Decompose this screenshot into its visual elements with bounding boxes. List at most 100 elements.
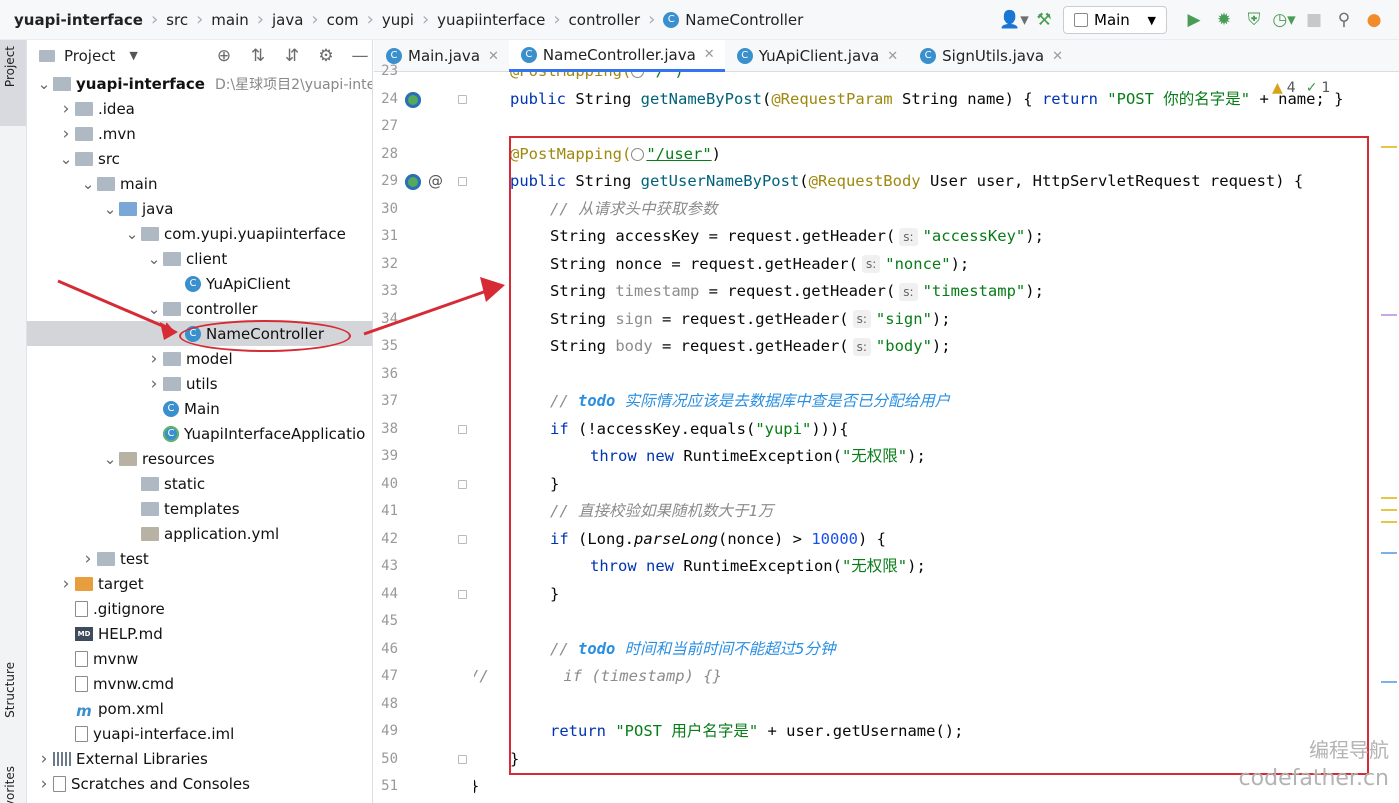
tree-item[interactable]: ⌄ yuapi-interface D:\星球项目2\yuapi-inte <box>27 71 372 96</box>
tree-item[interactable]: › target <box>27 571 372 596</box>
tree-item[interactable]: MD HELP.md <box>27 621 372 646</box>
run-config-select[interactable]: Main ▼ <box>1063 6 1167 34</box>
tree-item[interactable]: ⌄ com.yupi.yuapiinterface <box>27 221 372 246</box>
run-icon[interactable]: ▶ <box>1179 5 1209 35</box>
inspection-widget[interactable]: ▲ 4 ✓ 1 <box>1272 80 1330 96</box>
tree-item[interactable]: › utils <box>27 371 372 396</box>
tree-item[interactable]: C YuApiClient <box>27 271 372 296</box>
tree-item[interactable]: ⌄ main <box>27 171 372 196</box>
error-stripe-mark[interactable] <box>1381 509 1397 511</box>
chevron-right-icon[interactable]: › <box>35 774 53 794</box>
tree-item[interactable]: › model <box>27 346 372 371</box>
fold-marker-icon[interactable] <box>458 177 467 186</box>
breadcrumb-item[interactable]: java <box>272 11 303 29</box>
chevron-down-icon[interactable]: ⌄ <box>123 225 141 243</box>
breadcrumb-item[interactable]: yuapiinterface <box>437 11 545 29</box>
tree-item[interactable]: .gitignore <box>27 596 372 621</box>
search-icon[interactable]: ⚲ <box>1329 5 1359 35</box>
tree-item[interactable]: › .idea <box>27 96 372 121</box>
hammer-icon[interactable]: ⚒ <box>1029 5 1059 35</box>
chevron-right-icon[interactable]: › <box>57 124 75 144</box>
code-token: String name) { <box>901 89 1042 108</box>
tree-item[interactable]: › .mvn <box>27 121 372 146</box>
breadcrumb-item[interactable]: controller <box>569 11 641 29</box>
project-tool-button[interactable]: Project <box>0 40 26 126</box>
tree-item[interactable]: C Main <box>27 396 372 421</box>
fold-marker-icon[interactable] <box>458 589 467 599</box>
fold-marker-icon[interactable] <box>458 534 467 544</box>
fold-marker-icon[interactable] <box>458 754 467 764</box>
close-icon[interactable]: ✕ <box>887 49 898 64</box>
close-icon[interactable]: ✕ <box>1052 49 1063 64</box>
chevron-right-icon[interactable]: › <box>57 574 75 594</box>
chevron-down-icon[interactable]: ⌄ <box>57 150 75 168</box>
tree-item[interactable]: ⌄ controller <box>27 296 372 321</box>
error-stripe-mark[interactable] <box>1381 521 1397 523</box>
chevron-right-icon[interactable]: › <box>145 349 163 369</box>
bug-icon[interactable]: ✹ <box>1209 5 1239 35</box>
tree-item[interactable]: ⌄ resources <box>27 446 372 471</box>
tree-item[interactable]: static <box>27 471 372 496</box>
breadcrumb-item[interactable]: C NameController <box>663 11 803 29</box>
chevron-down-icon[interactable]: ⌄ <box>145 250 163 268</box>
tree-item[interactable]: templates <box>27 496 372 521</box>
chevron-down-icon[interactable]: ⌄ <box>101 450 119 468</box>
gear-icon[interactable]: ⚙ <box>309 46 343 66</box>
error-stripe-mark[interactable] <box>1381 497 1397 499</box>
chevron-down-icon[interactable]: ⌄ <box>79 175 97 193</box>
chevron-down-icon[interactable]: ▼ <box>129 49 137 62</box>
chevron-right-icon[interactable]: › <box>145 374 163 394</box>
minimize-icon[interactable]: — <box>343 46 372 66</box>
tree-item[interactable]: ⌄ src <box>27 146 372 171</box>
error-stripe-mark[interactable] <box>1381 681 1397 683</box>
user-icon[interactable]: 👤▾ <box>999 5 1029 35</box>
chevron-down-icon[interactable]: ⌄ <box>35 75 53 93</box>
fold-marker-icon[interactable] <box>458 479 467 489</box>
coverage-icon[interactable]: ⛨ <box>1239 5 1269 35</box>
error-stripe-mark[interactable] <box>1381 314 1397 316</box>
fold-marker-icon[interactable] <box>458 424 467 434</box>
close-icon[interactable]: ✕ <box>488 49 499 64</box>
breadcrumb-item[interactable]: yuapi-interface <box>14 11 143 29</box>
tree-item[interactable]: › External Libraries <box>27 746 372 771</box>
structure-strip-label[interactable]: Structure <box>3 662 17 718</box>
tree-item[interactable]: m pom.xml <box>27 696 372 721</box>
endpoint-run-icon[interactable] <box>405 91 421 108</box>
chevron-right-icon[interactable]: › <box>79 549 97 569</box>
tree-item[interactable]: ⌄ java <box>27 196 372 221</box>
error-stripe-mark[interactable] <box>1381 552 1397 554</box>
expand-all-icon[interactable]: ⇅ <box>241 46 275 66</box>
tree-item[interactable]: mvnw.cmd <box>27 671 372 696</box>
breadcrumb-item[interactable]: com <box>327 11 359 29</box>
editor-tab[interactable]: C SignUtils.java ✕ <box>908 40 1073 72</box>
globe-icon[interactable] <box>631 72 645 78</box>
settings-update-icon[interactable]: ● <box>1359 5 1389 35</box>
tree-item[interactable]: › Scratches and Consoles <box>27 771 372 796</box>
locate-icon[interactable]: ⊕ <box>207 46 241 66</box>
fold-marker-icon[interactable] <box>458 94 467 104</box>
tree-item[interactable]: application.yml <box>27 521 372 546</box>
breadcrumb-item[interactable]: main <box>211 11 248 29</box>
tree-item[interactable]: C YuapiInterfaceApplicatio <box>27 421 372 446</box>
profile-icon[interactable]: ◷▾ <box>1269 5 1299 35</box>
chevron-right-icon[interactable]: › <box>57 99 75 119</box>
favorites-strip-label[interactable]: Favorites <box>3 766 17 803</box>
editor-tab[interactable]: C YuApiClient.java ✕ <box>725 40 908 72</box>
editor-tab[interactable]: C NameController.java ✕ <box>508 40 725 72</box>
tree-item[interactable]: yuapi-interface.iml <box>27 721 372 746</box>
error-stripe-mark[interactable] <box>1381 146 1397 148</box>
tree-item[interactable]: › test <box>27 546 372 571</box>
chevron-down-icon[interactable]: ⌄ <box>101 200 119 218</box>
collapse-all-icon[interactable]: ⇵ <box>275 46 309 66</box>
tree-item[interactable]: ⌄ client <box>27 246 372 271</box>
breadcrumb-item[interactable]: yupi <box>382 11 414 29</box>
annotation-icon[interactable]: @ <box>428 168 443 195</box>
chevron-right-icon[interactable]: › <box>35 749 53 769</box>
breadcrumb-item[interactable]: src <box>166 11 188 29</box>
chevron-down-icon[interactable]: ⌄ <box>145 300 163 318</box>
endpoint-run-icon[interactable] <box>405 174 421 190</box>
project-panel-title[interactable]: Project <box>64 47 115 65</box>
close-icon[interactable]: ✕ <box>704 47 715 62</box>
tree-item[interactable]: mvnw <box>27 646 372 671</box>
stop-icon[interactable]: ■ <box>1299 5 1329 35</box>
